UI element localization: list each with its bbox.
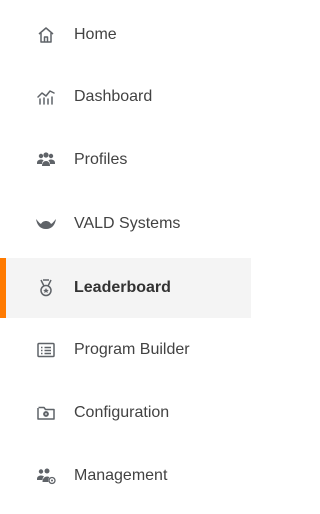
sidebar-item-label: Home xyxy=(74,26,117,43)
medal-icon xyxy=(36,278,56,298)
sidebar-item-leaderboard[interactable]: Leaderboard xyxy=(0,258,251,318)
sidebar-item-label: Profiles xyxy=(74,151,128,168)
group-settings-icon xyxy=(36,466,56,486)
active-indicator xyxy=(0,258,6,318)
sidebar: Home Dashboard Profiles VALD Systems Lea… xyxy=(0,0,251,514)
sidebar-item-label: Configuration xyxy=(74,404,170,421)
vald-logo-icon xyxy=(36,214,56,234)
sidebar-item-label: Management xyxy=(74,467,168,484)
list-icon xyxy=(36,340,56,360)
people-icon xyxy=(36,150,56,170)
chart-icon xyxy=(36,87,56,107)
sidebar-item-label: VALD Systems xyxy=(74,215,181,232)
sidebar-item-profiles[interactable]: Profiles xyxy=(0,130,251,190)
sidebar-item-program-builder[interactable]: Program Builder xyxy=(0,320,251,380)
sidebar-item-label: Program Builder xyxy=(74,341,190,358)
sidebar-item-configuration[interactable]: Configuration xyxy=(0,383,251,443)
sidebar-item-home[interactable]: Home xyxy=(0,5,251,65)
folder-settings-icon xyxy=(36,403,56,423)
sidebar-item-dashboard[interactable]: Dashboard xyxy=(0,67,251,127)
home-icon xyxy=(36,25,56,45)
sidebar-item-label: Leaderboard xyxy=(74,279,171,296)
sidebar-item-management[interactable]: Management xyxy=(0,446,251,506)
sidebar-item-label: Dashboard xyxy=(74,88,153,105)
sidebar-item-vald-systems[interactable]: VALD Systems xyxy=(0,194,251,254)
